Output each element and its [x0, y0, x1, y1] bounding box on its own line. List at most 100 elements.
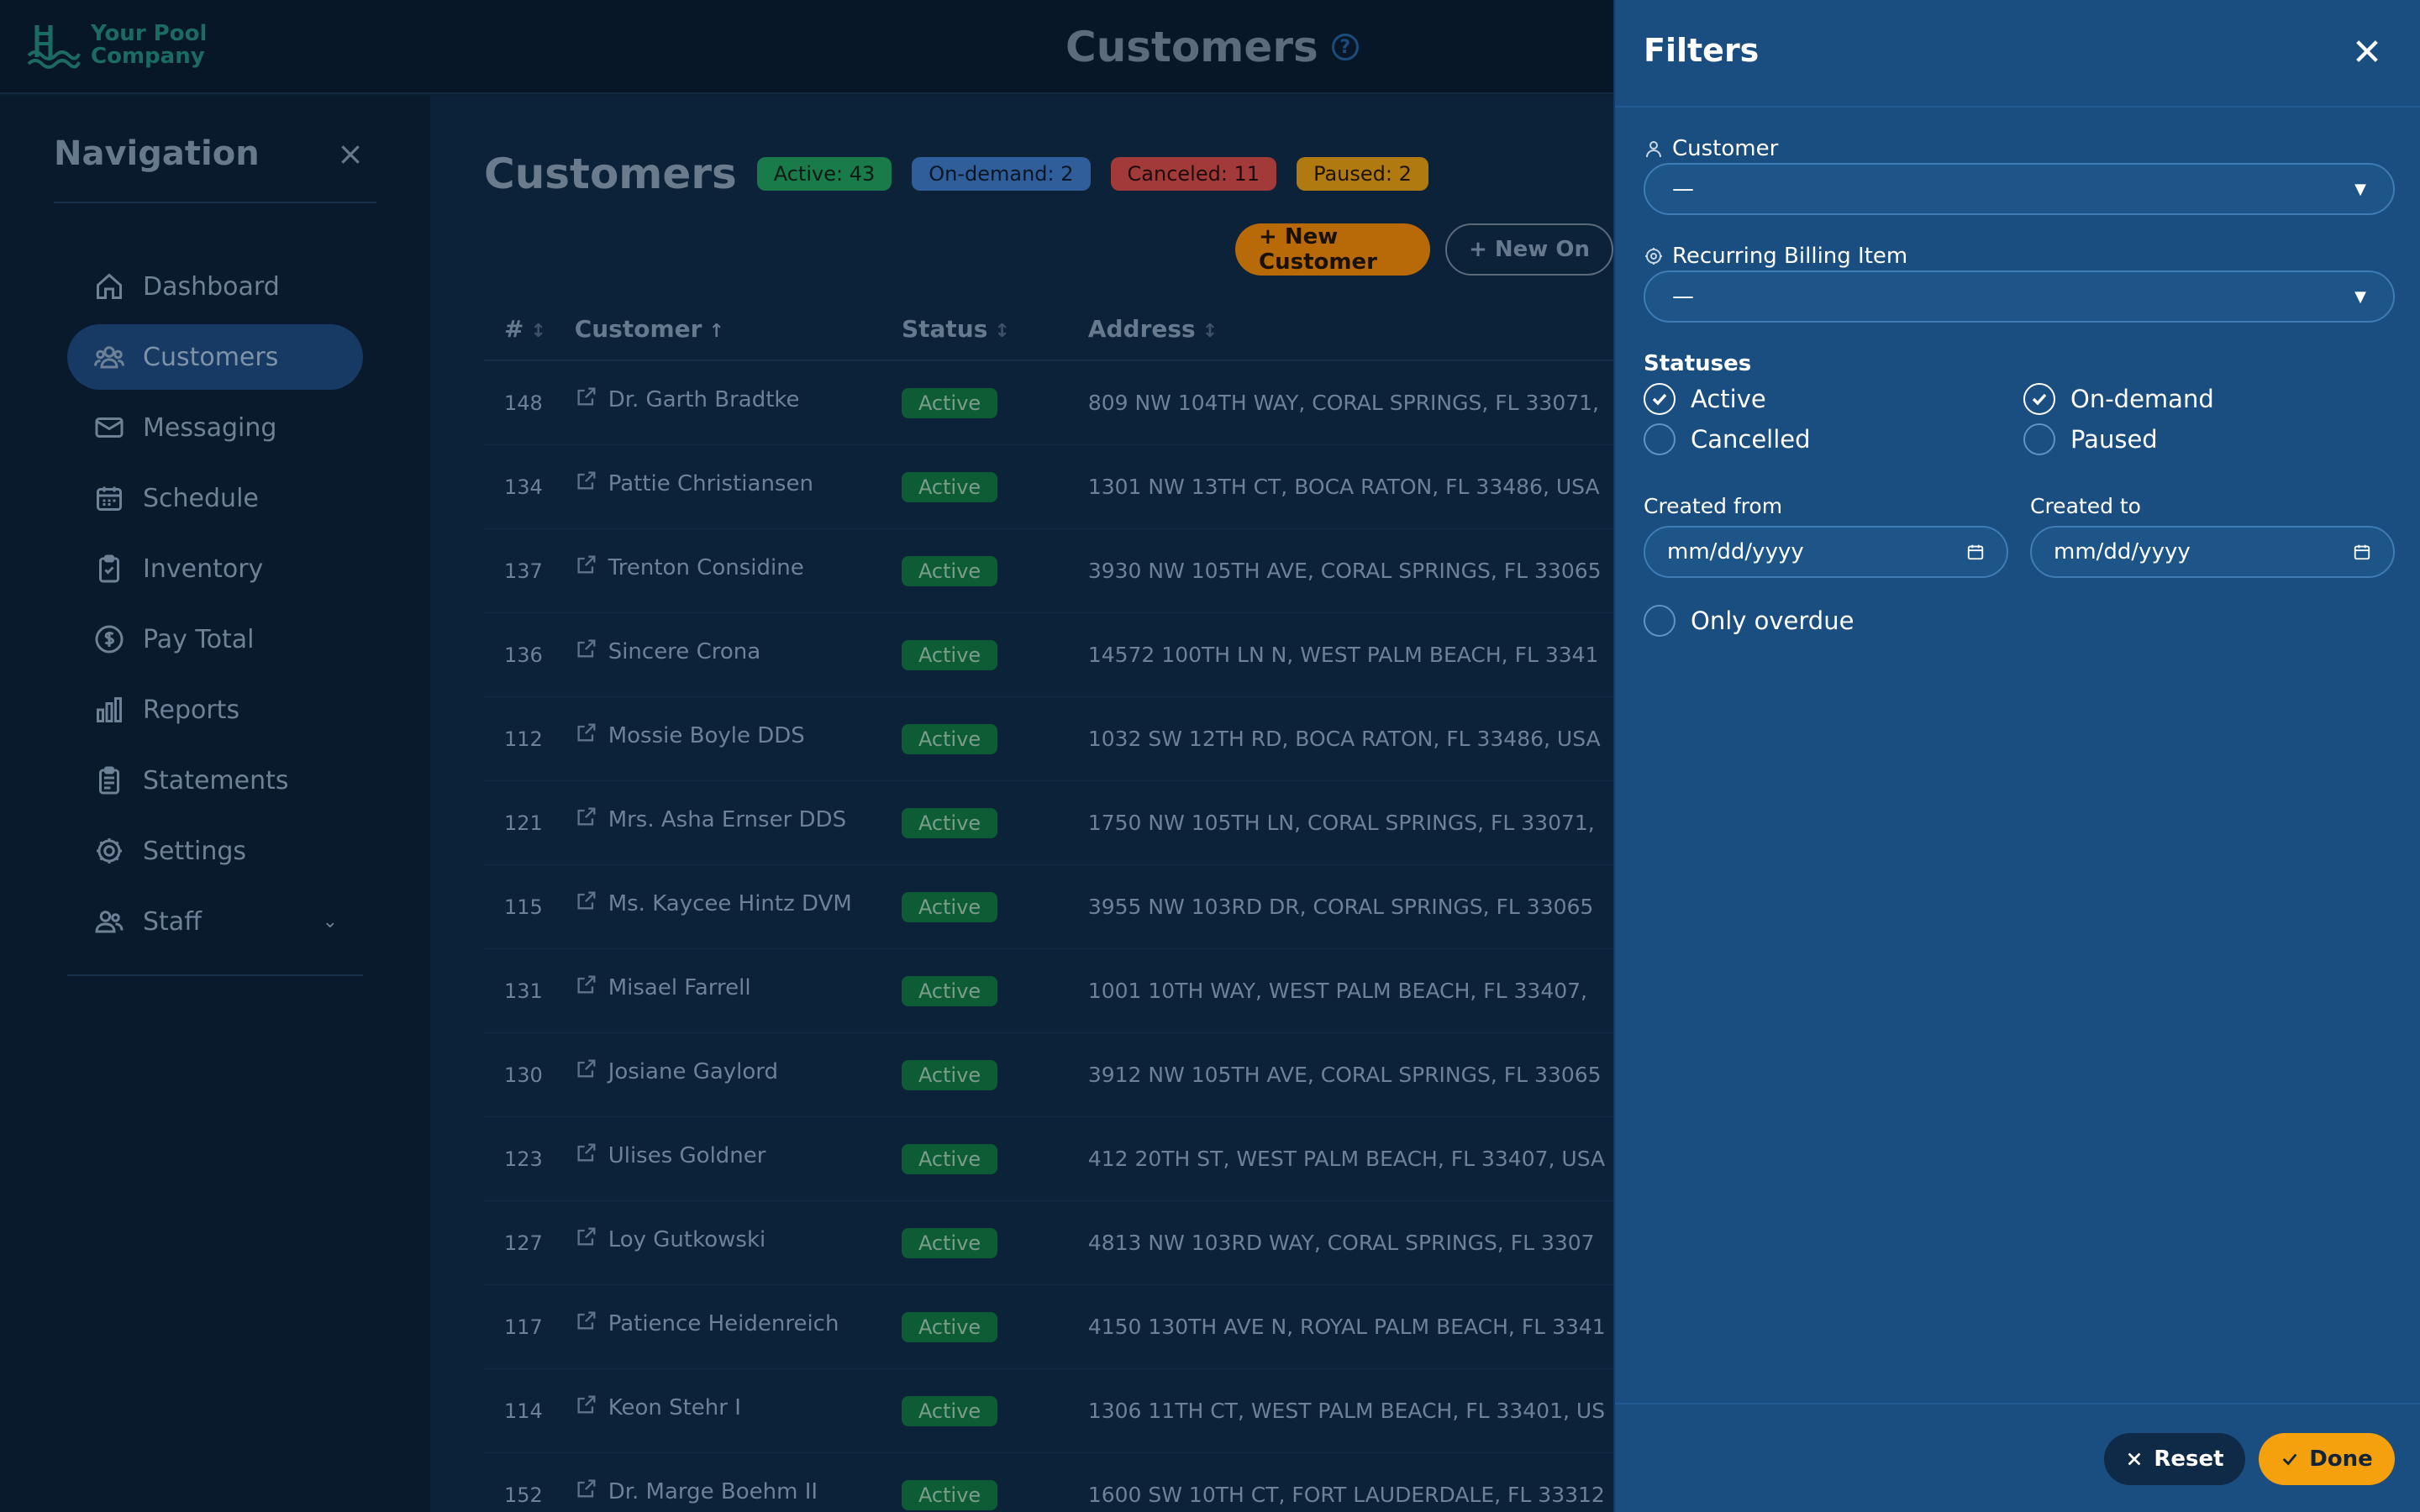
customer-link[interactable]: Pattie Christiansen	[575, 469, 902, 498]
customer-address: 1032 SW 12TH RD, BOCA RATON, FL 33486, U…	[1087, 726, 1601, 751]
external-link-icon	[575, 1141, 598, 1170]
calendar-icon[interactable]	[1966, 543, 1985, 561]
sort-icon: ↕	[530, 320, 546, 342]
company-name: Your Pool Company	[91, 23, 207, 68]
external-link-icon	[575, 721, 598, 750]
calendar-icon[interactable]	[2353, 543, 2371, 561]
customer-filter-label-text: Customer	[1672, 136, 1779, 161]
external-link-icon	[575, 889, 598, 918]
customer-link[interactable]: Ms. Kaycee Hintz DVM	[575, 889, 902, 918]
customer-link[interactable]: Mrs. Asha Ernser DDS	[575, 805, 902, 834]
customer-link[interactable]: Mossie Boyle DDS	[575, 721, 902, 750]
reset-button[interactable]: Reset	[2104, 1433, 2245, 1485]
sidebar-item-dashboard[interactable]: Dashboard	[67, 254, 363, 319]
table-row[interactable]: 134 Pattie Christiansen Active 1301 NW 13TH…	[484, 445, 1613, 529]
column-header-number[interactable]: # ↕	[484, 315, 575, 343]
table-row[interactable]: 131 Misael Farrell Active 1001 10TH WAY, WE…	[484, 949, 1613, 1033]
customer-number: 121	[504, 811, 543, 835]
sidebar-item-pay-total[interactable]: Pay Total	[67, 606, 363, 672]
header-title-group: Customers ?	[1065, 20, 1359, 74]
users-icon	[94, 342, 124, 372]
customer-address: 3955 NW 103RD DR, CORAL SPRINGS, FL 3306…	[1087, 894, 1594, 919]
done-button[interactable]: Done	[2259, 1433, 2395, 1485]
status-badge: Active	[901, 639, 998, 670]
table-row[interactable]: 127 Loy Gutkowski Active 4813 NW 103RD WAY,…	[484, 1201, 1613, 1285]
new-other-button[interactable]: + New On	[1445, 223, 1613, 276]
customer-link[interactable]: Ulises Goldner	[575, 1141, 902, 1170]
only-overdue-checkbox[interactable]: Only overdue	[1644, 605, 1854, 637]
sidebar-item-customers[interactable]: Customers	[67, 324, 363, 390]
customer-name: Misael Farrell	[608, 974, 751, 1000]
created-from-input[interactable]: mm/dd/yyyy	[1644, 526, 2008, 578]
status-badge-canceled[interactable]: Canceled: 11	[1110, 157, 1277, 191]
table-row[interactable]: 115 Ms. Kaycee Hintz DVM Active 3955 NW 103…	[484, 865, 1613, 949]
status-badge: Active	[901, 1479, 998, 1510]
customer-link[interactable]: Trenton Considine	[575, 553, 902, 582]
page-header: Customers Active: 43 On-demand: 2 Cancel…	[484, 150, 1428, 198]
chevron-down-icon[interactable]: ⌄	[323, 911, 338, 932]
customer-name: Ulises Goldner	[608, 1142, 766, 1168]
status-checkbox-label: Active	[1691, 385, 1766, 413]
table-row[interactable]: 112 Mossie Boyle DDS Active 1032 SW 12TH RD…	[484, 697, 1613, 781]
customer-link[interactable]: Patience Heidenreich	[575, 1309, 902, 1338]
billing-filter-label: Recurring Billing Item	[1644, 244, 1907, 269]
status-badge: Active	[901, 1143, 998, 1174]
column-header-customer[interactable]: Customer ↑	[575, 315, 902, 343]
status-checkbox-paused[interactable]: Paused	[2023, 423, 2158, 455]
status-checkbox-ondemand[interactable]: On-demand	[2023, 383, 2214, 415]
sidebar-item-statements[interactable]: Statements	[67, 748, 363, 813]
mail-icon	[94, 412, 124, 443]
table-row[interactable]: 136 Sincere Crona Active 14572 100TH LN N, …	[484, 613, 1613, 697]
status-badge: Active	[901, 975, 998, 1006]
company-logo[interactable]: Your Pool Company	[25, 18, 207, 72]
gear-icon	[1645, 248, 1662, 265]
status-badge: Active	[901, 471, 998, 502]
table-row[interactable]: 114 Keon Stehr I Active 1306 11TH CT, WEST …	[484, 1369, 1613, 1453]
status-badge-paused[interactable]: Paused: 2	[1297, 157, 1428, 191]
filters-title: Filters	[1644, 32, 1760, 69]
filters-footer: Reset Done	[1615, 1403, 2420, 1512]
column-header-status[interactable]: Status ↕	[902, 315, 1088, 343]
customer-link[interactable]: Misael Farrell	[575, 973, 902, 1002]
table-row[interactable]: 152 Dr. Marge Boehm II Active 1600 SW 10TH …	[484, 1453, 1613, 1512]
sidebar-item-label: Statements	[143, 765, 289, 795]
close-filters-icon[interactable]	[2353, 37, 2381, 66]
status-checkbox-active[interactable]: Active	[1644, 383, 1766, 415]
table-row[interactable]: 121 Mrs. Asha Ernser DDS Active 1750 NW 105…	[484, 781, 1613, 865]
customer-number: 152	[504, 1483, 543, 1507]
customer-name: Keon Stehr I	[608, 1394, 741, 1420]
customer-link[interactable]: Dr. Garth Bradtke	[575, 385, 902, 414]
status-checkbox-cancelled[interactable]: Cancelled	[1644, 423, 1811, 455]
help-icon[interactable]: ?	[1331, 34, 1359, 60]
customer-link[interactable]: Dr. Marge Boehm II	[575, 1477, 902, 1506]
customer-select[interactable]: — ▼	[1644, 163, 2395, 215]
status-badge-ondemand[interactable]: On-demand: 2	[912, 157, 1091, 191]
filters-header: Filters	[1615, 0, 2420, 108]
status-badge-active[interactable]: Active: 43	[756, 157, 892, 191]
customer-number: 117	[504, 1315, 543, 1339]
sidebar-item-schedule[interactable]: Schedule	[67, 465, 363, 531]
customer-number: 131	[504, 979, 543, 1003]
customer-number: 115	[504, 895, 543, 919]
recurring-billing-select[interactable]: — ▼	[1644, 270, 2395, 323]
created-to-input[interactable]: mm/dd/yyyy	[2030, 526, 2395, 578]
close-navigation-icon[interactable]: ×	[336, 138, 365, 170]
table-row[interactable]: 123 Ulises Goldner Active 412 20TH ST, WEST…	[484, 1117, 1613, 1201]
sidebar-item-settings[interactable]: Settings	[67, 818, 363, 884]
customer-number: 130	[504, 1063, 543, 1087]
table-row[interactable]: 130 Josiane Gaylord Active 3912 NW 105TH AV…	[484, 1033, 1613, 1117]
navigation-title: Navigation	[54, 134, 260, 173]
sidebar-item-inventory[interactable]: Inventory	[67, 536, 363, 601]
customer-link[interactable]: Josiane Gaylord	[575, 1057, 902, 1086]
customer-link[interactable]: Loy Gutkowski	[575, 1225, 902, 1254]
table-row[interactable]: 117 Patience Heidenreich Active 4150 130TH …	[484, 1285, 1613, 1369]
new-customer-button[interactable]: + New Customer	[1235, 223, 1431, 276]
sidebar-item-messaging[interactable]: Messaging	[67, 395, 363, 460]
table-row[interactable]: 137 Trenton Considine Active 3930 NW 105TH …	[484, 529, 1613, 613]
sidebar-item-staff[interactable]: Staff ⌄	[67, 889, 363, 954]
column-header-address[interactable]: Address ↕	[1088, 315, 1613, 343]
sidebar-item-reports[interactable]: Reports	[67, 677, 363, 743]
table-row[interactable]: 148 Dr. Garth Bradtke Active 809 NW 104TH W…	[484, 361, 1613, 445]
customer-link[interactable]: Keon Stehr I	[575, 1393, 902, 1422]
customer-link[interactable]: Sincere Crona	[575, 637, 902, 666]
